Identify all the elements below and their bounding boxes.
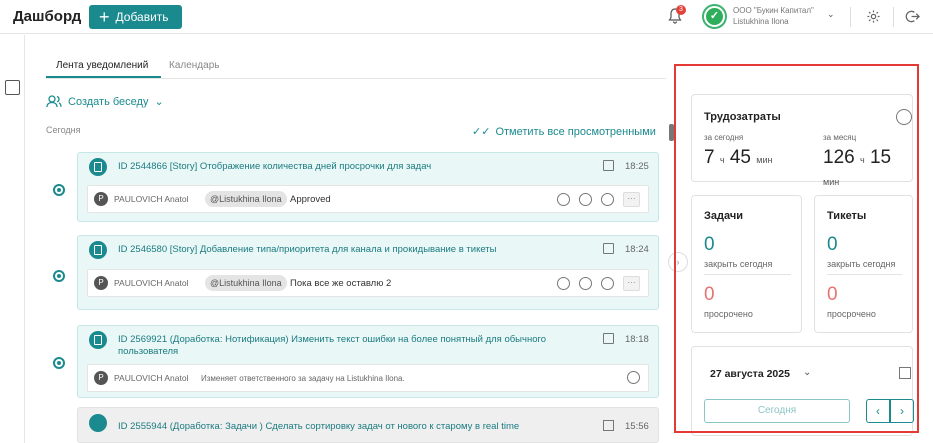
create-chat-button[interactable]: Создать беседу ⌄ (46, 95, 164, 108)
author-name: PAULOVICH Anatol (114, 373, 189, 383)
section-today: Сегодня (46, 125, 81, 135)
user-info[interactable]: ООО "Букин Капитал" Listukhina Ilona (733, 5, 814, 27)
emoji-icon[interactable] (601, 277, 614, 290)
mention-chip[interactable]: @Listukhina Ilona (205, 191, 287, 207)
divider (893, 7, 894, 27)
comment-actions: ··· (557, 192, 640, 207)
mark-all-read-button[interactable]: ✓✓ Отметить все просмотренными (472, 125, 656, 139)
external-link-icon[interactable] (603, 160, 614, 171)
divider (850, 7, 851, 27)
logout-icon[interactable] (905, 9, 920, 24)
unread-indicator[interactable] (53, 357, 65, 369)
comment-actions (627, 371, 640, 384)
comment-actions: ··· (557, 276, 640, 291)
comment-text: Изменяет ответственного за задачу на Lis… (201, 374, 405, 383)
unread-indicator[interactable] (53, 270, 65, 282)
comment-icon[interactable] (557, 277, 570, 290)
chevron-down-icon[interactable]: ⌄ (827, 9, 835, 20)
company-name: ООО "Букин Капитал" (733, 6, 814, 15)
left-rail (0, 35, 25, 443)
list-item[interactable]: ID 2555944 (Доработка: Задачи ) Сделать … (77, 407, 659, 443)
filter-settings-icon[interactable] (5, 80, 20, 95)
list-item[interactable]: ID 2569921 (Доработка: Нотификация) Изме… (77, 325, 659, 398)
users-icon (46, 95, 62, 108)
divider (46, 78, 666, 79)
reply-icon[interactable] (579, 277, 592, 290)
list-item[interactable]: ID 2544866 [Story] Отображение количеств… (77, 152, 659, 222)
item-time: 15:56 (625, 421, 649, 432)
page-title: Дашборд (13, 8, 82, 25)
author-avatar: P (94, 192, 108, 206)
comment-icon[interactable] (557, 193, 570, 206)
unread-indicator[interactable] (53, 184, 65, 196)
tab-notifications[interactable]: Лента уведомлений (56, 60, 148, 71)
document-icon (89, 414, 107, 432)
user-name: Listukhina Ilona (733, 17, 789, 26)
item-title[interactable]: ID 2569921 (Доработка: Нотификация) Изме… (118, 334, 588, 358)
more-icon[interactable]: ··· (623, 192, 640, 207)
top-bar: Дашборд + Добавить 3 ✓ ООО "Букин Капитал… (0, 0, 933, 34)
tab-calendar[interactable]: Календарь (169, 60, 219, 71)
gear-icon[interactable] (866, 9, 881, 24)
feed-tabs: Лента уведомлений Календарь (46, 56, 666, 79)
emoji-icon[interactable] (601, 193, 614, 206)
double-check-icon: ✓✓ (472, 126, 491, 138)
external-link-icon[interactable] (603, 420, 614, 431)
document-icon (89, 158, 107, 176)
document-icon (89, 331, 107, 349)
avatar[interactable]: ✓ (702, 4, 727, 29)
create-chat-label: Создать беседу (68, 95, 149, 108)
author-name: PAULOVICH Anatol (114, 278, 189, 288)
external-link-icon[interactable] (603, 333, 614, 344)
comment-icon[interactable] (627, 371, 640, 384)
item-title[interactable]: ID 2555944 (Доработка: Задачи ) Сделать … (118, 421, 519, 432)
more-icon[interactable]: ··· (623, 276, 640, 291)
document-icon (89, 241, 107, 259)
reply-icon[interactable] (579, 193, 592, 206)
comment: P PAULOVICH Anatol @Listukhina Ilona App… (87, 185, 649, 213)
comment-text: Пока все же оставлю 2 (290, 278, 392, 289)
list-item[interactable]: ID 2546580 [Story] Добавление типа/приор… (77, 235, 659, 310)
comment: P PAULOVICH Anatol @Listukhina Ilona Пок… (87, 269, 649, 297)
plus-icon: + (99, 7, 110, 27)
notification-badge: 3 (676, 5, 686, 15)
item-time: 18:18 (625, 334, 649, 345)
comment-text: Approved (290, 194, 331, 205)
add-button[interactable]: + Добавить (89, 5, 182, 29)
comment: P PAULOVICH Anatol Изменяет ответственно… (87, 364, 649, 392)
item-title[interactable]: ID 2544866 [Story] Отображение количеств… (118, 161, 588, 173)
author-avatar: P (94, 276, 108, 290)
mention-chip[interactable]: @Listukhina Ilona (205, 275, 287, 291)
author-name: PAULOVICH Anatol (114, 194, 189, 204)
check-icon: ✓ (706, 8, 723, 25)
item-title[interactable]: ID 2546580 [Story] Добавление типа/приор… (118, 244, 588, 256)
external-link-icon[interactable] (603, 243, 614, 254)
item-time: 18:24 (625, 244, 649, 255)
item-time: 18:25 (625, 161, 649, 172)
chevron-down-icon: ⌄ (154, 96, 164, 108)
highlight-frame (674, 64, 919, 433)
author-avatar: P (94, 371, 108, 385)
